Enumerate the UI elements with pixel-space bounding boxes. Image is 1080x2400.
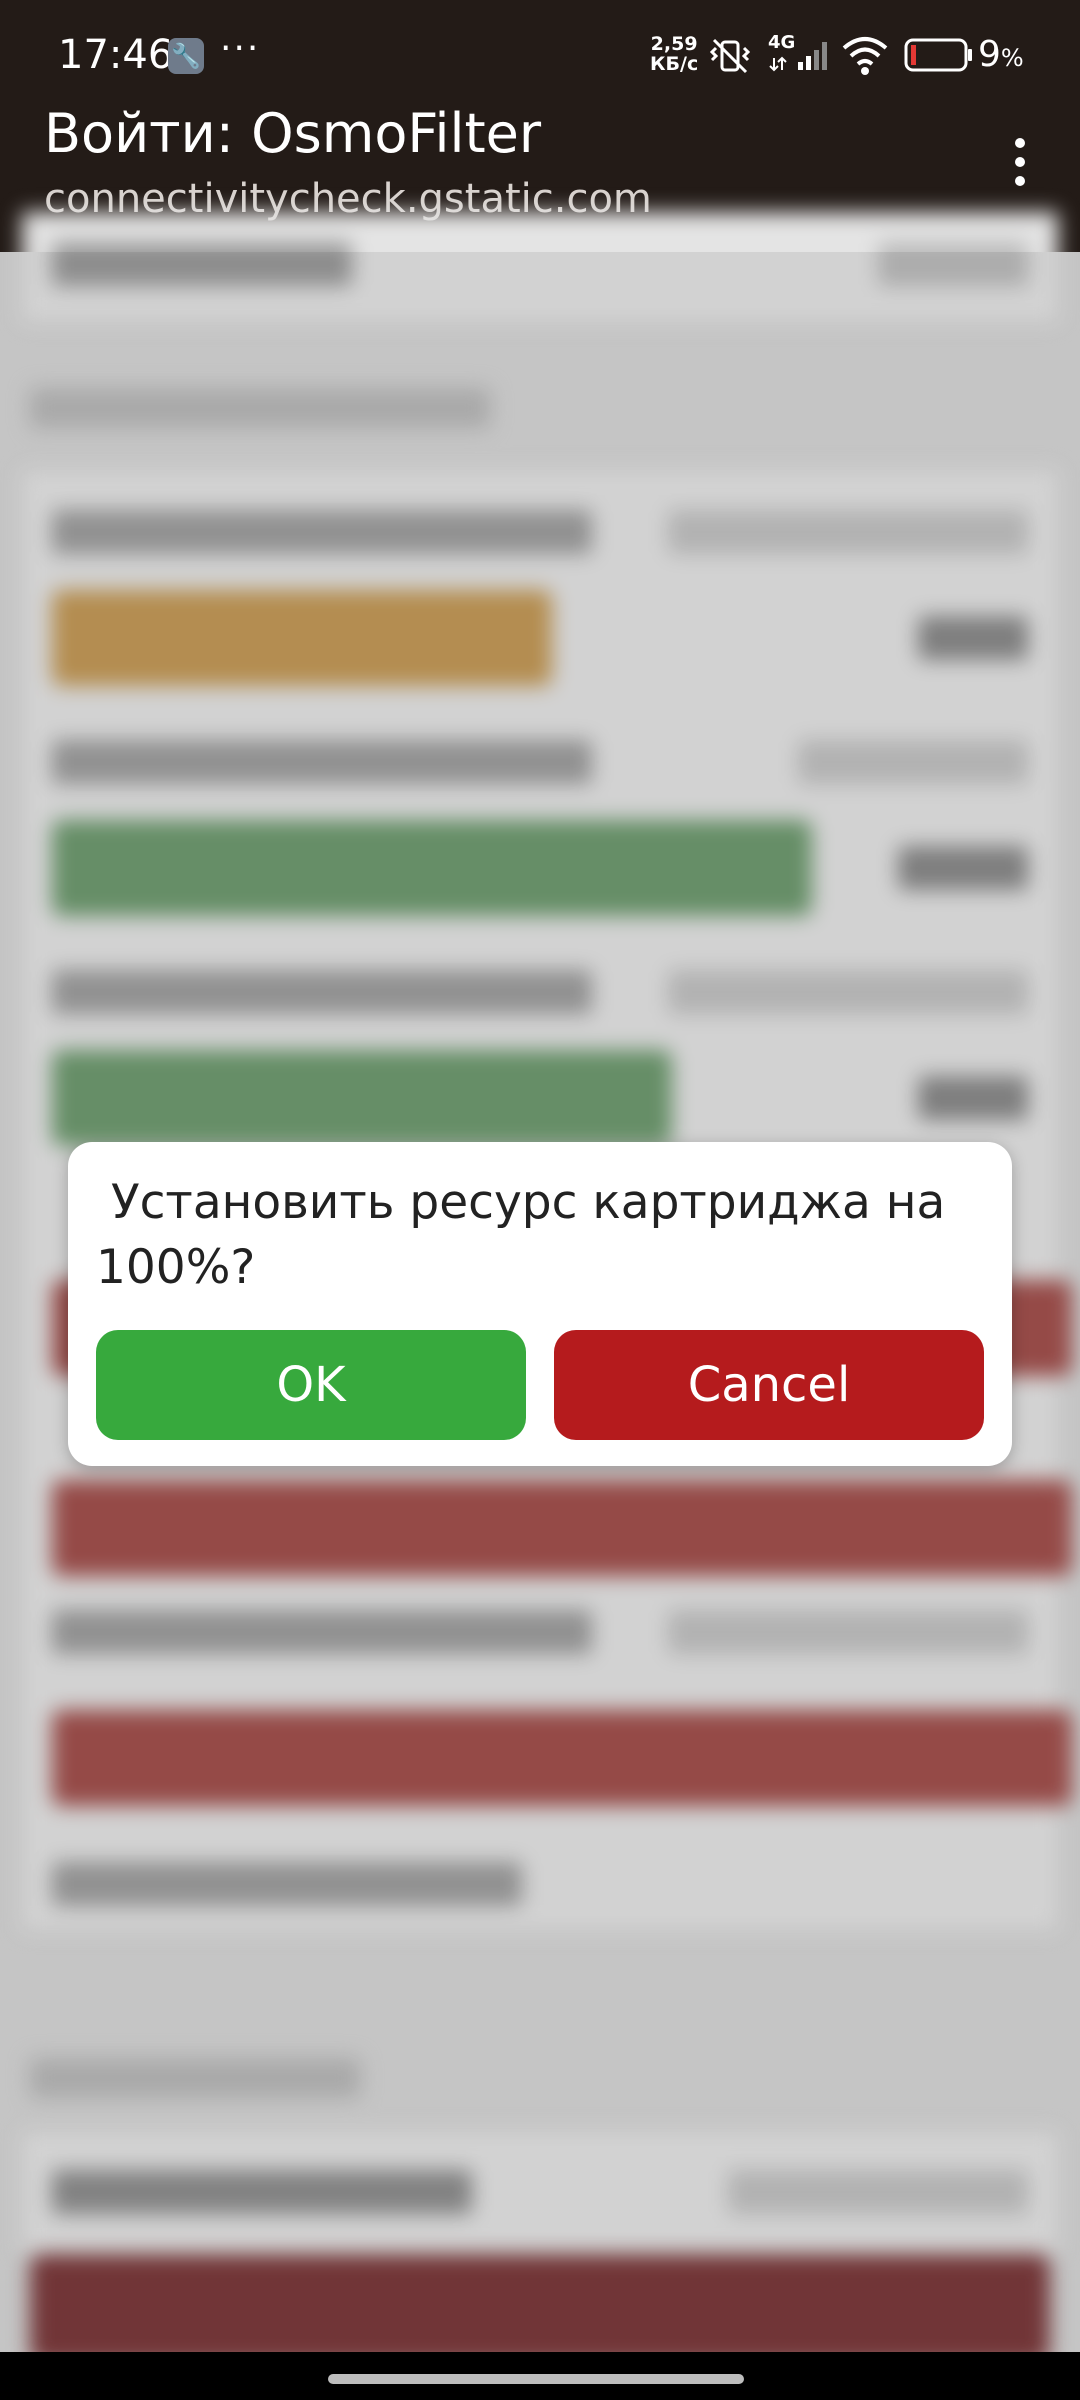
dialog-message: Установить ресурс картриджа на 100%? bbox=[96, 1175, 961, 1295]
wifi-icon bbox=[842, 37, 888, 75]
network-speed-unit: КБ/с bbox=[650, 53, 699, 75]
overflow-dot bbox=[1015, 138, 1025, 148]
overflow-menu-button[interactable] bbox=[1000, 138, 1040, 192]
home-gesture-handle[interactable] bbox=[328, 2374, 744, 2384]
cellular-signal-icon: 4G bbox=[768, 32, 834, 76]
status-time: 17:46 bbox=[58, 32, 174, 78]
overflow-dot bbox=[1015, 157, 1025, 167]
status-bar: 17:46 🔧 ··· 2,59 КБ/с 4G 9% bbox=[0, 0, 1080, 112]
network-speed-value: 2,59 bbox=[650, 33, 698, 55]
ok-button[interactable]: OK bbox=[96, 1330, 526, 1440]
vibrate-off-icon bbox=[709, 38, 751, 74]
more-notifications-icon: ··· bbox=[220, 28, 261, 69]
cancel-button[interactable]: Cancel bbox=[554, 1330, 984, 1440]
battery-unit: % bbox=[1000, 44, 1024, 72]
battery-icon bbox=[904, 38, 972, 72]
overflow-dot bbox=[1015, 176, 1025, 186]
battery-level: 9% bbox=[978, 34, 1024, 75]
confirm-dialog: Установить ресурс картриджа на 100%? OK … bbox=[68, 1142, 1012, 1466]
network-speed: 2,59 КБ/с bbox=[650, 34, 698, 74]
wrench-icon: 🔧 bbox=[168, 38, 204, 74]
battery-percent: 9 bbox=[978, 34, 1001, 75]
page-title: Войти: OsmoFilter bbox=[44, 102, 542, 165]
